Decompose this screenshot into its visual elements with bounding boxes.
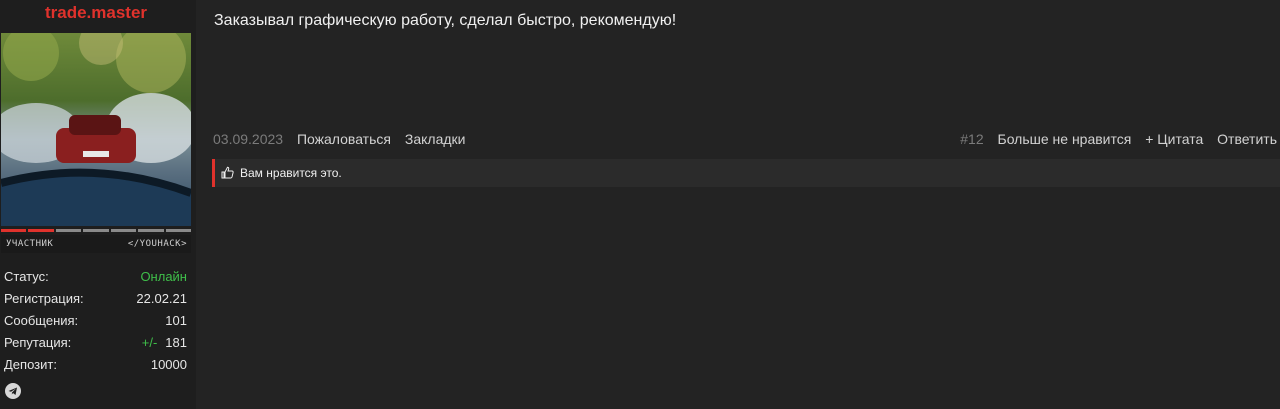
telegram-icon[interactable] <box>5 383 21 399</box>
stat-label: Репутация: <box>4 335 72 350</box>
stat-label: Регистрация: <box>4 291 84 306</box>
stat-status: Статус: Онлайн <box>0 266 192 288</box>
rank-progress-bar <box>1 229 191 232</box>
stat-reputation: Репутация: +/- 181 <box>0 332 192 354</box>
stat-value: 10000 <box>150 357 187 372</box>
stat-value: 22.02.21 <box>136 291 187 306</box>
quote-button[interactable]: + Цитата <box>1145 131 1203 147</box>
post-number[interactable]: #12 <box>960 131 983 147</box>
reply-button[interactable]: Ответить <box>1217 131 1277 147</box>
rank-title: УЧАСТНИК <box>6 239 54 249</box>
stat-label: Статус: <box>4 269 49 284</box>
stat-deposit: Депозит: 10000 <box>0 354 192 376</box>
stat-value[interactable]: 101 <box>165 313 187 328</box>
thumbs-up-icon <box>221 166 234 182</box>
stat-registration: Регистрация: 22.02.21 <box>0 288 192 310</box>
post-footer-right: #12 Больше не нравится + Цитата Ответить <box>960 131 1277 147</box>
likes-bar: Вам нравится это. <box>212 159 1280 187</box>
post-message: Заказывал графическую работу, сделал быс… <box>214 12 677 29</box>
stat-label: Сообщения: <box>4 313 79 328</box>
bookmarks-link[interactable]: Закладки <box>405 131 466 147</box>
avatar[interactable] <box>1 33 191 226</box>
stat-label: Депозит: <box>4 357 57 372</box>
user-sidebar: trade.master УЧАСТНИК </YOUHACK> Статус: <box>0 0 196 409</box>
post-date[interactable]: 03.09.2023 <box>213 131 283 147</box>
post-footer-left: 03.09.2023 Пожаловаться Закладки <box>213 131 465 147</box>
report-link[interactable]: Пожаловаться <box>297 131 391 147</box>
unlike-button[interactable]: Больше не нравится <box>998 131 1132 147</box>
stat-messages: Сообщения: 101 <box>0 310 192 332</box>
rank-next: </YOUHACK> <box>127 239 187 249</box>
rank-banner: УЧАСТНИК </YOUHACK> <box>1 235 191 253</box>
reputation-value: +/- 181 <box>142 335 187 350</box>
username-link[interactable]: trade.master <box>0 3 192 23</box>
reputation-number: 181 <box>165 335 187 350</box>
reputation-vote-button[interactable]: +/- <box>142 335 158 350</box>
status-online-value: Онлайн <box>140 269 187 284</box>
likes-text[interactable]: Вам нравится это. <box>240 166 342 180</box>
user-stats: Статус: Онлайн Регистрация: 22.02.21 Соо… <box>0 266 192 376</box>
